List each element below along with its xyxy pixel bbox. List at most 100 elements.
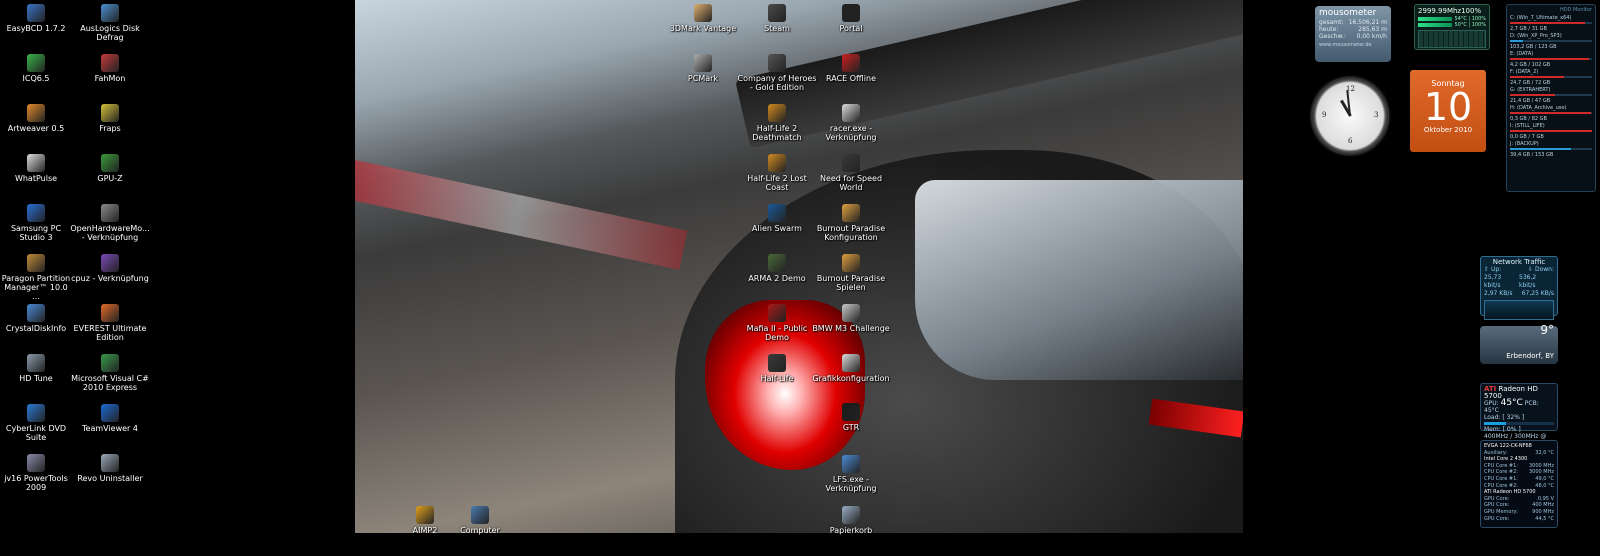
network-up-rate: 25,73 kbit/s xyxy=(1484,274,1502,289)
desktop-shortcut[interactable]: Microsoft Visual C# 2010 Express xyxy=(68,354,152,392)
desktop-shortcut-label: Mafia II - Public Demo xyxy=(746,324,808,342)
drive-usage-fill xyxy=(1510,76,1565,78)
bmw-icon xyxy=(842,304,860,322)
drive-name: E: (DATA) xyxy=(1510,51,1534,57)
cpu-core-reading: 50°C | 100% xyxy=(1454,22,1486,28)
grafik-icon xyxy=(842,354,860,372)
desktop-shortcut[interactable]: ARMA 2 Demo xyxy=(737,254,817,283)
jv16-icon xyxy=(27,454,45,472)
alienswarm-icon xyxy=(768,204,786,222)
desktop-shortcut[interactable]: PCMark xyxy=(663,54,743,83)
desktop-shortcut[interactable]: Need for Speed World xyxy=(811,154,891,192)
drive-size: 2,7 GB / 31 GB xyxy=(1510,26,1547,32)
desktop-shortcut-label: Artweaver 0.5 xyxy=(7,124,65,133)
desktop-shortcut-label: Paragon Partition Manager™ 10.0 ... xyxy=(1,274,71,301)
evga-title: EVGA 122-CK-NF68 xyxy=(1484,443,1532,449)
drive-name: H: (DATA_Archive_use) xyxy=(1510,105,1567,111)
desktop-shortcut-label: Computer xyxy=(460,526,500,535)
desktop-shortcut[interactable]: Company of Heroes - Gold Edition xyxy=(737,54,817,92)
race-icon xyxy=(842,54,860,72)
desktop-shortcut[interactable]: Artweaver 0.5 xyxy=(0,104,72,133)
desktop-shortcut-label: RACE Offline xyxy=(826,74,876,83)
desktop-shortcut[interactable]: GTR xyxy=(811,403,891,432)
revo-icon xyxy=(101,454,119,472)
desktop-shortcut[interactable]: FahMon xyxy=(68,54,152,83)
desktop-shortcut[interactable]: CyberLink DVD Suite xyxy=(0,404,72,442)
cpu-core-row: 50°C | 100% xyxy=(1418,22,1486,28)
desktop-shortcut[interactable]: Revo Uninstaller xyxy=(68,454,152,483)
desktop-shortcut[interactable]: Burnout Paradise Konfiguration xyxy=(811,204,891,242)
everest-icon xyxy=(101,304,119,322)
desktop-shortcut[interactable]: Half-Life 2 Lost Coast xyxy=(737,154,817,192)
cpu-meter-header: 2999.99Mhz100% xyxy=(1418,7,1482,15)
drive-usage-fill xyxy=(1510,130,1592,132)
calendar-gadget[interactable]: Sonntag 10 Oktober 2010 xyxy=(1410,70,1486,152)
desktop-shortcut[interactable]: Half-Life xyxy=(737,354,817,383)
desktop-shortcut[interactable]: jv16 PowerTools 2009 xyxy=(0,454,72,492)
burnout-icon xyxy=(842,254,860,272)
desktop-shortcut[interactable]: EVEREST Ultimate Edition xyxy=(68,304,152,342)
desktop-shortcut[interactable]: GPU-Z xyxy=(68,154,152,183)
desktop-shortcut[interactable]: ICQ6.5 xyxy=(0,54,72,83)
desktop-shortcut-label: Alien Swarm xyxy=(752,224,802,233)
desktop-shortcut[interactable]: OpenHardwareMo... - Verknüpfung xyxy=(68,204,152,242)
sensor-label: GPU Core: xyxy=(1484,502,1510,509)
network-down-rate: 536,2 kbit/s xyxy=(1519,274,1537,289)
desktop-shortcut-label: EasyBCD 1.7.2 xyxy=(6,24,66,33)
desktop-shortcut[interactable]: Alien Swarm xyxy=(737,204,817,233)
desktop-shortcut[interactable]: RACE Offline xyxy=(811,54,891,83)
desktop-shortcut[interactable]: EasyBCD 1.7.2 xyxy=(0,4,72,33)
desktop-shortcut[interactable]: AusLogics Disk Defrag xyxy=(68,4,152,42)
gpu-monitor-gadget[interactable]: ATI Radeon HD 5700 GPU: 45°C PCB: 45°C L… xyxy=(1480,383,1558,447)
desktop-shortcut[interactable]: Steam xyxy=(737,4,817,33)
desktop-shortcut[interactable]: 3DMark Vantage xyxy=(663,4,743,33)
desktop-shortcut[interactable]: HD Tune xyxy=(0,354,72,383)
desktop-shortcut[interactable]: Fraps xyxy=(68,104,152,133)
mousometer-gadget[interactable]: mousometer gesamt: 16.506,21 m heute: 285,… xyxy=(1315,6,1391,62)
evga-gpu-section: ATI Radeon HD 5700 xyxy=(1484,489,1536,496)
drive-name: D: (Win_XP_Pro_SP3) xyxy=(1510,33,1562,39)
gpu-load-bar xyxy=(1484,422,1554,425)
desktop-shortcut[interactable]: Mafia II - Public Demo xyxy=(737,304,817,342)
computer-icon xyxy=(471,506,489,524)
calendar-day: 10 xyxy=(1423,85,1473,129)
desktop-shortcut[interactable]: BMW M3 Challenge xyxy=(811,304,891,333)
drive-usage-bar xyxy=(1510,148,1592,150)
desktop-shortcut[interactable]: TeamViewer 4 xyxy=(68,404,152,433)
weather-gadget[interactable]: 9° Erbendorf, BY xyxy=(1480,324,1558,364)
desktop-shortcut-label: jv16 PowerTools 2009 xyxy=(4,474,68,492)
desktop-shortcut[interactable]: Computer xyxy=(440,506,520,535)
desktop-shortcut[interactable]: Portal xyxy=(811,4,891,33)
desktop-shortcut[interactable]: Papierkorb xyxy=(811,506,891,535)
desktop-shortcut[interactable]: LFS.exe - Verknüpfung xyxy=(811,455,891,493)
cpu-meter-gadget[interactable]: 2999.99Mhz100% 54°C | 100% 50°C | 100% xyxy=(1414,4,1490,50)
desktop-shortcut-label: racer.exe - Verknüpfung xyxy=(825,124,877,142)
mousometer-title: mousometer xyxy=(1319,8,1377,18)
cpu-usage-graph xyxy=(1418,30,1486,48)
desktop-shortcut-label: Burnout Paradise Spielen xyxy=(816,274,886,292)
desktop-shortcut[interactable]: WhatPulse xyxy=(0,154,72,183)
network-traffic-gadget[interactable]: Network Traffic ⇧ Up: ⇩ Down: 25,73 kbit… xyxy=(1480,256,1558,320)
desktop-shortcut[interactable]: Paragon Partition Manager™ 10.0 ... xyxy=(0,254,72,301)
desktop-shortcut[interactable]: Half-Life 2 Deathmatch xyxy=(737,104,817,142)
portal-icon xyxy=(842,4,860,22)
gpu-temp-label: GPU: xyxy=(1484,400,1499,407)
sensor-value: 44,5 °C xyxy=(1535,515,1554,522)
desktop-shortcut[interactable]: CrystalDiskInfo xyxy=(0,304,72,333)
desktop-shortcut[interactable]: Burnout Paradise Spielen xyxy=(811,254,891,292)
drive-name: J: (BACKUP) xyxy=(1510,141,1539,147)
desktop-shortcut[interactable]: cpuz - Verknüpfung xyxy=(68,254,152,283)
clock-gadget[interactable]: 12 3 6 9 xyxy=(1312,78,1388,154)
hardware-sensor-gadget[interactable]: EVGA 122-CK-NF68 Auxiliary: 32,0 °C Intel… xyxy=(1480,440,1558,528)
desktop-shortcut[interactable]: Samsung PC Studio 3 xyxy=(0,204,72,242)
weather-city: Erbendorf, BY xyxy=(1506,352,1554,360)
gtr-icon xyxy=(842,403,860,421)
pcmark-icon xyxy=(694,54,712,72)
drive-monitor-gadget[interactable]: HDD Monitor C: (Win_7_Ultimate_x64) 2,7 G… xyxy=(1506,4,1596,192)
drive-size: 4,2 GB / 102 GB xyxy=(1510,62,1551,68)
aimp2-icon xyxy=(416,506,434,524)
fahmon-icon xyxy=(101,54,119,72)
desktop-shortcut[interactable]: racer.exe - Verknüpfung xyxy=(811,104,891,142)
desktop-shortcut[interactable]: Grafikkonfiguration xyxy=(811,354,891,383)
sensor-value: 3000 MHz xyxy=(1528,469,1554,476)
